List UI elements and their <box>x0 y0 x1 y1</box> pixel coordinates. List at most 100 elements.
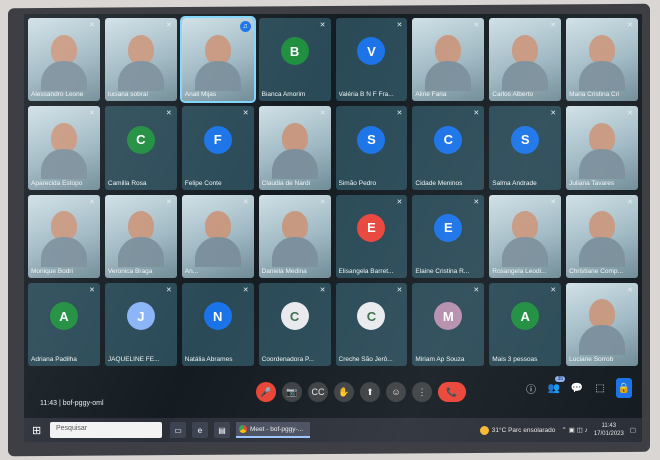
participant-tile[interactable]: ✕ Alessandro Leone <box>28 18 100 102</box>
participant-tile[interactable]: ✕ Rosangela Leodi... <box>489 194 562 278</box>
participant-tile[interactable]: C ✕ Camilla Rosa <box>104 106 177 190</box>
participant-tile[interactable]: A ✕ Adriana Padilha <box>28 282 100 366</box>
participant-name: Anali Mijas <box>184 91 217 99</box>
participant-tile[interactable]: ✕ Luciane Sorrob <box>566 282 638 366</box>
participant-avatar: A <box>49 302 78 331</box>
participant-grid: ✕ Alessandro Leone ✕ luciana sobral ♫ Anali M… <box>28 15 638 366</box>
host-controls-icon[interactable]: 🔒 <box>616 378 632 398</box>
mic-muted-icon: ✕ <box>88 110 95 118</box>
mic-muted-icon: ✕ <box>627 286 633 294</box>
participant-tile[interactable]: N ✕ Natália Abrames <box>181 282 254 366</box>
participant-video <box>579 122 626 179</box>
reactions-button[interactable]: ☺ <box>386 382 406 402</box>
participant-tile[interactable]: S ✕ Salma Andrade <box>489 106 562 190</box>
captions-button[interactable]: CC <box>308 382 328 402</box>
participant-video <box>579 211 626 268</box>
meet-screen: ✕ Alessandro Leone ✕ luciana sobral ♫ Anali M… <box>24 14 642 442</box>
weather-widget[interactable]: 31°C Parc ensolarado <box>479 425 555 435</box>
participant-name: Aline Faria <box>415 91 447 99</box>
participant-video <box>117 34 164 91</box>
leave-call-button[interactable]: 📞 <box>438 382 466 402</box>
participant-name: Alessandro Leone <box>31 91 84 99</box>
participant-tile[interactable]: ✕ Monique Bodri <box>28 194 100 278</box>
participant-avatar: V <box>357 37 386 66</box>
participant-tile[interactable]: ✕ An... <box>181 194 254 278</box>
chat-icon[interactable]: 💬 <box>570 381 584 395</box>
mic-muted-icon: ✕ <box>242 110 249 118</box>
more-options-button[interactable]: ⋮ <box>412 382 432 402</box>
participant-tile[interactable]: F ✕ Felipe Conte <box>181 106 254 190</box>
participant-tile[interactable]: V ✕ Valéria B N F Fra... <box>335 18 408 102</box>
mic-muted-icon: ✕ <box>319 198 326 206</box>
present-button[interactable]: ⬆ <box>360 382 380 402</box>
participant-tile[interactable]: E ✕ Elisangela Barret... <box>335 194 408 278</box>
participant-name: Bianca Amorim <box>261 91 306 99</box>
participant-tile[interactable]: ✕ Juliana Tavares <box>566 106 638 190</box>
participant-tile[interactable]: ✕ Veronica Braga <box>104 194 177 278</box>
mic-muted-icon: ✕ <box>165 286 172 294</box>
mic-muted-icon: ✕ <box>319 110 326 118</box>
mic-muted-icon: ✕ <box>550 22 557 29</box>
mic-muted-icon: ✕ <box>550 110 557 118</box>
mic-muted-icon: ✕ <box>627 198 633 206</box>
activities-icon[interactable]: ⬚ <box>593 381 607 395</box>
participant-tile[interactable]: J ✕ JAQUELINE FE... <box>104 282 177 366</box>
participant-tile[interactable]: M ✕ Miriam Ap Souza <box>412 282 485 366</box>
participant-tile[interactable]: ✕ Aparecida Estopo <box>28 106 100 190</box>
mic-muted-icon: ✕ <box>165 110 172 118</box>
participant-tile[interactable]: ✕ Christiane Comp... <box>566 194 638 278</box>
tray-icons[interactable]: ⌃ ▣ ◫ ♪ <box>561 426 587 434</box>
participant-tile[interactable]: C ✕ Creche São Jerô... <box>335 282 408 366</box>
participant-name: Salma Andrade <box>492 179 537 187</box>
mic-muted-icon: ✕ <box>88 198 95 206</box>
participant-name: Valéria B N F Fra... <box>338 91 394 99</box>
system-tray: 31°C Parc ensolarado ⌃ ▣ ◫ ♪ 11:43 17/01… <box>479 422 636 438</box>
participant-tile[interactable]: ✕ Carlos Alberto <box>489 18 562 102</box>
mic-muted-icon: ✕ <box>473 110 480 118</box>
participant-avatar: E <box>357 213 386 242</box>
participant-avatar: C <box>357 302 386 331</box>
participant-avatar: J <box>126 302 155 331</box>
participant-tile[interactable]: C ✕ Coordenadora P... <box>258 282 331 366</box>
participant-video <box>502 211 549 268</box>
participant-tile[interactable]: ✕ Aline Faria <box>412 18 485 102</box>
mic-muted-icon: ✕ <box>319 22 326 29</box>
camera-toggle-button[interactable]: 📷 <box>282 382 302 402</box>
windows-start-icon[interactable]: ⊞ <box>32 424 41 437</box>
participant-tile[interactable]: C ✕ Cidade Meninos <box>412 106 485 190</box>
taskbar-search-input[interactable]: Pesquisar <box>50 422 162 438</box>
task-view-icon[interactable]: ▭ <box>170 422 186 438</box>
mic-muted-icon: ✕ <box>396 286 403 294</box>
participant-tile[interactable]: ♫ Anali Mijas <box>179 15 256 104</box>
participant-video <box>40 211 87 268</box>
participant-tile[interactable]: S ✕ Simão Pedro <box>335 106 408 190</box>
mic-toggle-button[interactable]: 🎤 <box>256 382 276 402</box>
participant-name: Adriana Padilha <box>31 356 77 363</box>
participant-tile[interactable]: B ✕ Bianca Amorim <box>258 18 331 102</box>
participant-tile[interactable]: ✕ Claudia de Nardi <box>258 106 331 190</box>
participant-name: Monique Bodri <box>31 267 73 275</box>
folder-icon[interactable]: ▤ <box>214 422 230 438</box>
mic-muted-icon: ✕ <box>473 286 480 294</box>
participant-avatar: C <box>126 125 155 154</box>
mic-muted-icon: ✕ <box>165 22 172 29</box>
participant-tile[interactable]: A ✕ Mais 3 pessoas <box>489 282 562 366</box>
participant-name: Luciane Sorrob <box>569 356 614 363</box>
participant-tile[interactable]: ✕ Daniela Medina <box>258 194 331 278</box>
participant-avatar: S <box>357 125 386 154</box>
participant-tile[interactable]: E ✕ Elaine Cristina R... <box>412 194 485 278</box>
people-icon[interactable]: 👥 35 <box>547 376 565 395</box>
participant-video <box>117 211 164 268</box>
chrome-taskbar-item[interactable]: Meet - bof-pggy-... <box>236 422 310 438</box>
raise-hand-button[interactable]: ✋ <box>334 382 354 402</box>
participant-avatar: F <box>203 125 232 154</box>
taskbar-clock[interactable]: 11:43 17/01/2023 <box>594 422 624 438</box>
participant-name: JAQUELINE FE... <box>107 356 160 363</box>
notification-icon[interactable]: ▢ <box>630 426 636 434</box>
participant-tile[interactable]: ✕ luciana sobral <box>104 18 177 102</box>
participant-video <box>502 34 549 91</box>
participant-name: Juliana Tavares <box>569 179 615 187</box>
meeting-info-icon[interactable]: ⓘ <box>524 381 538 396</box>
participant-tile[interactable]: ✕ Maria Cristina Cri <box>566 18 638 102</box>
edge-icon[interactable]: e <box>192 422 208 438</box>
